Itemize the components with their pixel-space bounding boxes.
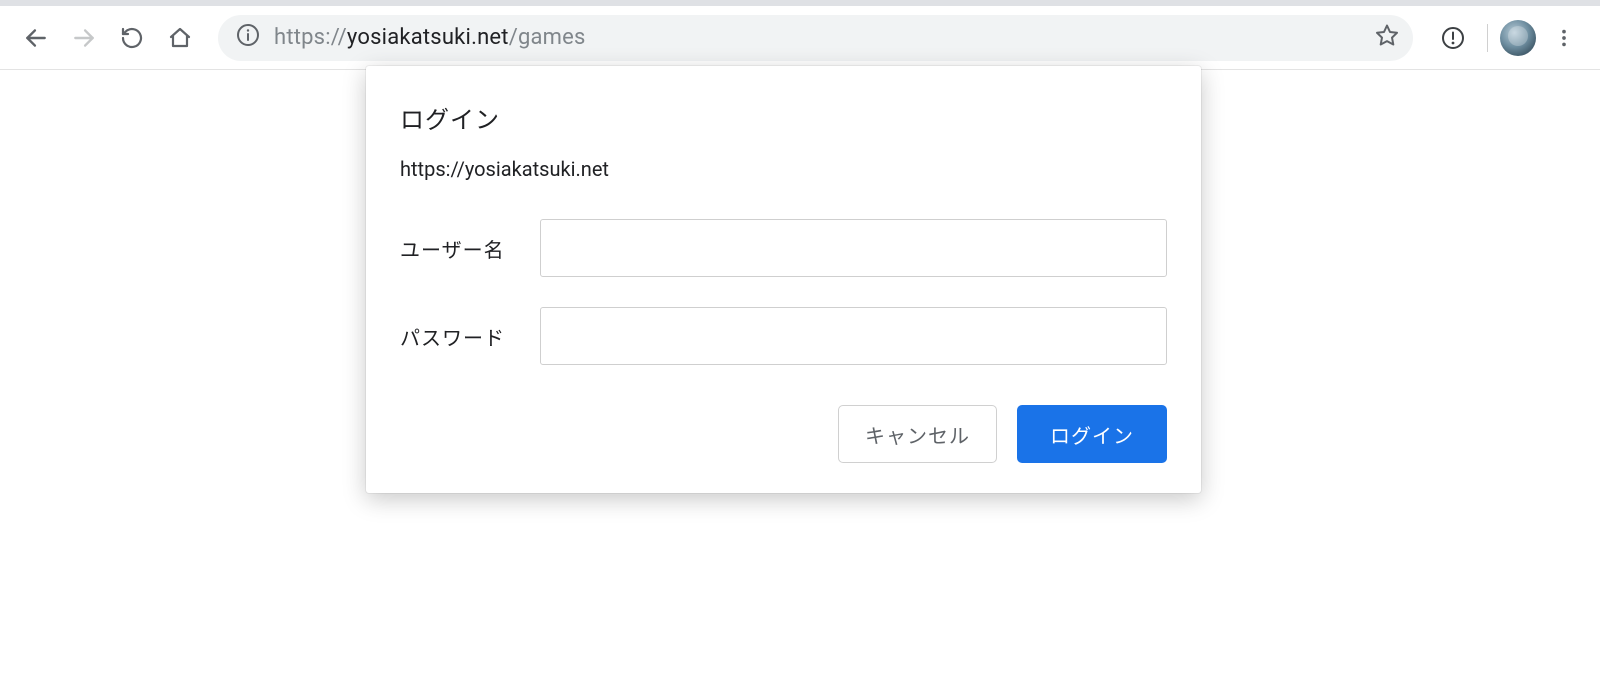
site-info-icon[interactable] (236, 23, 260, 53)
username-label: ユーザー名 (400, 234, 540, 263)
kebab-menu-icon (1553, 27, 1575, 49)
url-text: https://yosiakatsuki.net/games (274, 25, 1361, 50)
page-content: ログイン https://yosiakatsuki.net ユーザー名 パスワー… (0, 70, 1600, 695)
browser-menu-button[interactable] (1542, 16, 1586, 60)
password-row: パスワード (400, 307, 1167, 365)
back-button[interactable] (14, 16, 58, 60)
password-input[interactable] (540, 307, 1167, 365)
login-button[interactable]: ログイン (1017, 405, 1167, 463)
username-row: ユーザー名 (400, 219, 1167, 277)
bookmark-star-icon[interactable] (1375, 23, 1399, 53)
toolbar-right-actions (1431, 16, 1586, 60)
toolbar-divider (1487, 24, 1488, 52)
back-icon (23, 25, 49, 51)
forward-button[interactable] (62, 16, 106, 60)
url-path: /games (509, 25, 586, 50)
home-button[interactable] (158, 16, 202, 60)
reload-button[interactable] (110, 16, 154, 60)
dialog-title: ログイン (400, 100, 1167, 135)
url-host: yosiakatsuki.net (347, 25, 509, 50)
password-label: パスワード (400, 322, 540, 351)
home-icon (168, 26, 192, 50)
dialog-actions: キャンセル ログイン (400, 405, 1167, 463)
saved-passwords-button[interactable] (1431, 16, 1475, 60)
address-bar[interactable]: https://yosiakatsuki.net/games (218, 15, 1413, 61)
reload-icon (120, 26, 144, 50)
forward-icon (71, 25, 97, 51)
dialog-origin: https://yosiakatsuki.net (400, 157, 1167, 181)
username-input[interactable] (540, 219, 1167, 277)
key-alert-icon (1441, 26, 1465, 50)
cancel-button[interactable]: キャンセル (838, 405, 997, 463)
http-auth-dialog: ログイン https://yosiakatsuki.net ユーザー名 パスワー… (366, 66, 1201, 493)
browser-toolbar: https://yosiakatsuki.net/games (0, 6, 1600, 70)
url-protocol: https:// (274, 25, 347, 50)
profile-avatar[interactable] (1500, 20, 1536, 56)
